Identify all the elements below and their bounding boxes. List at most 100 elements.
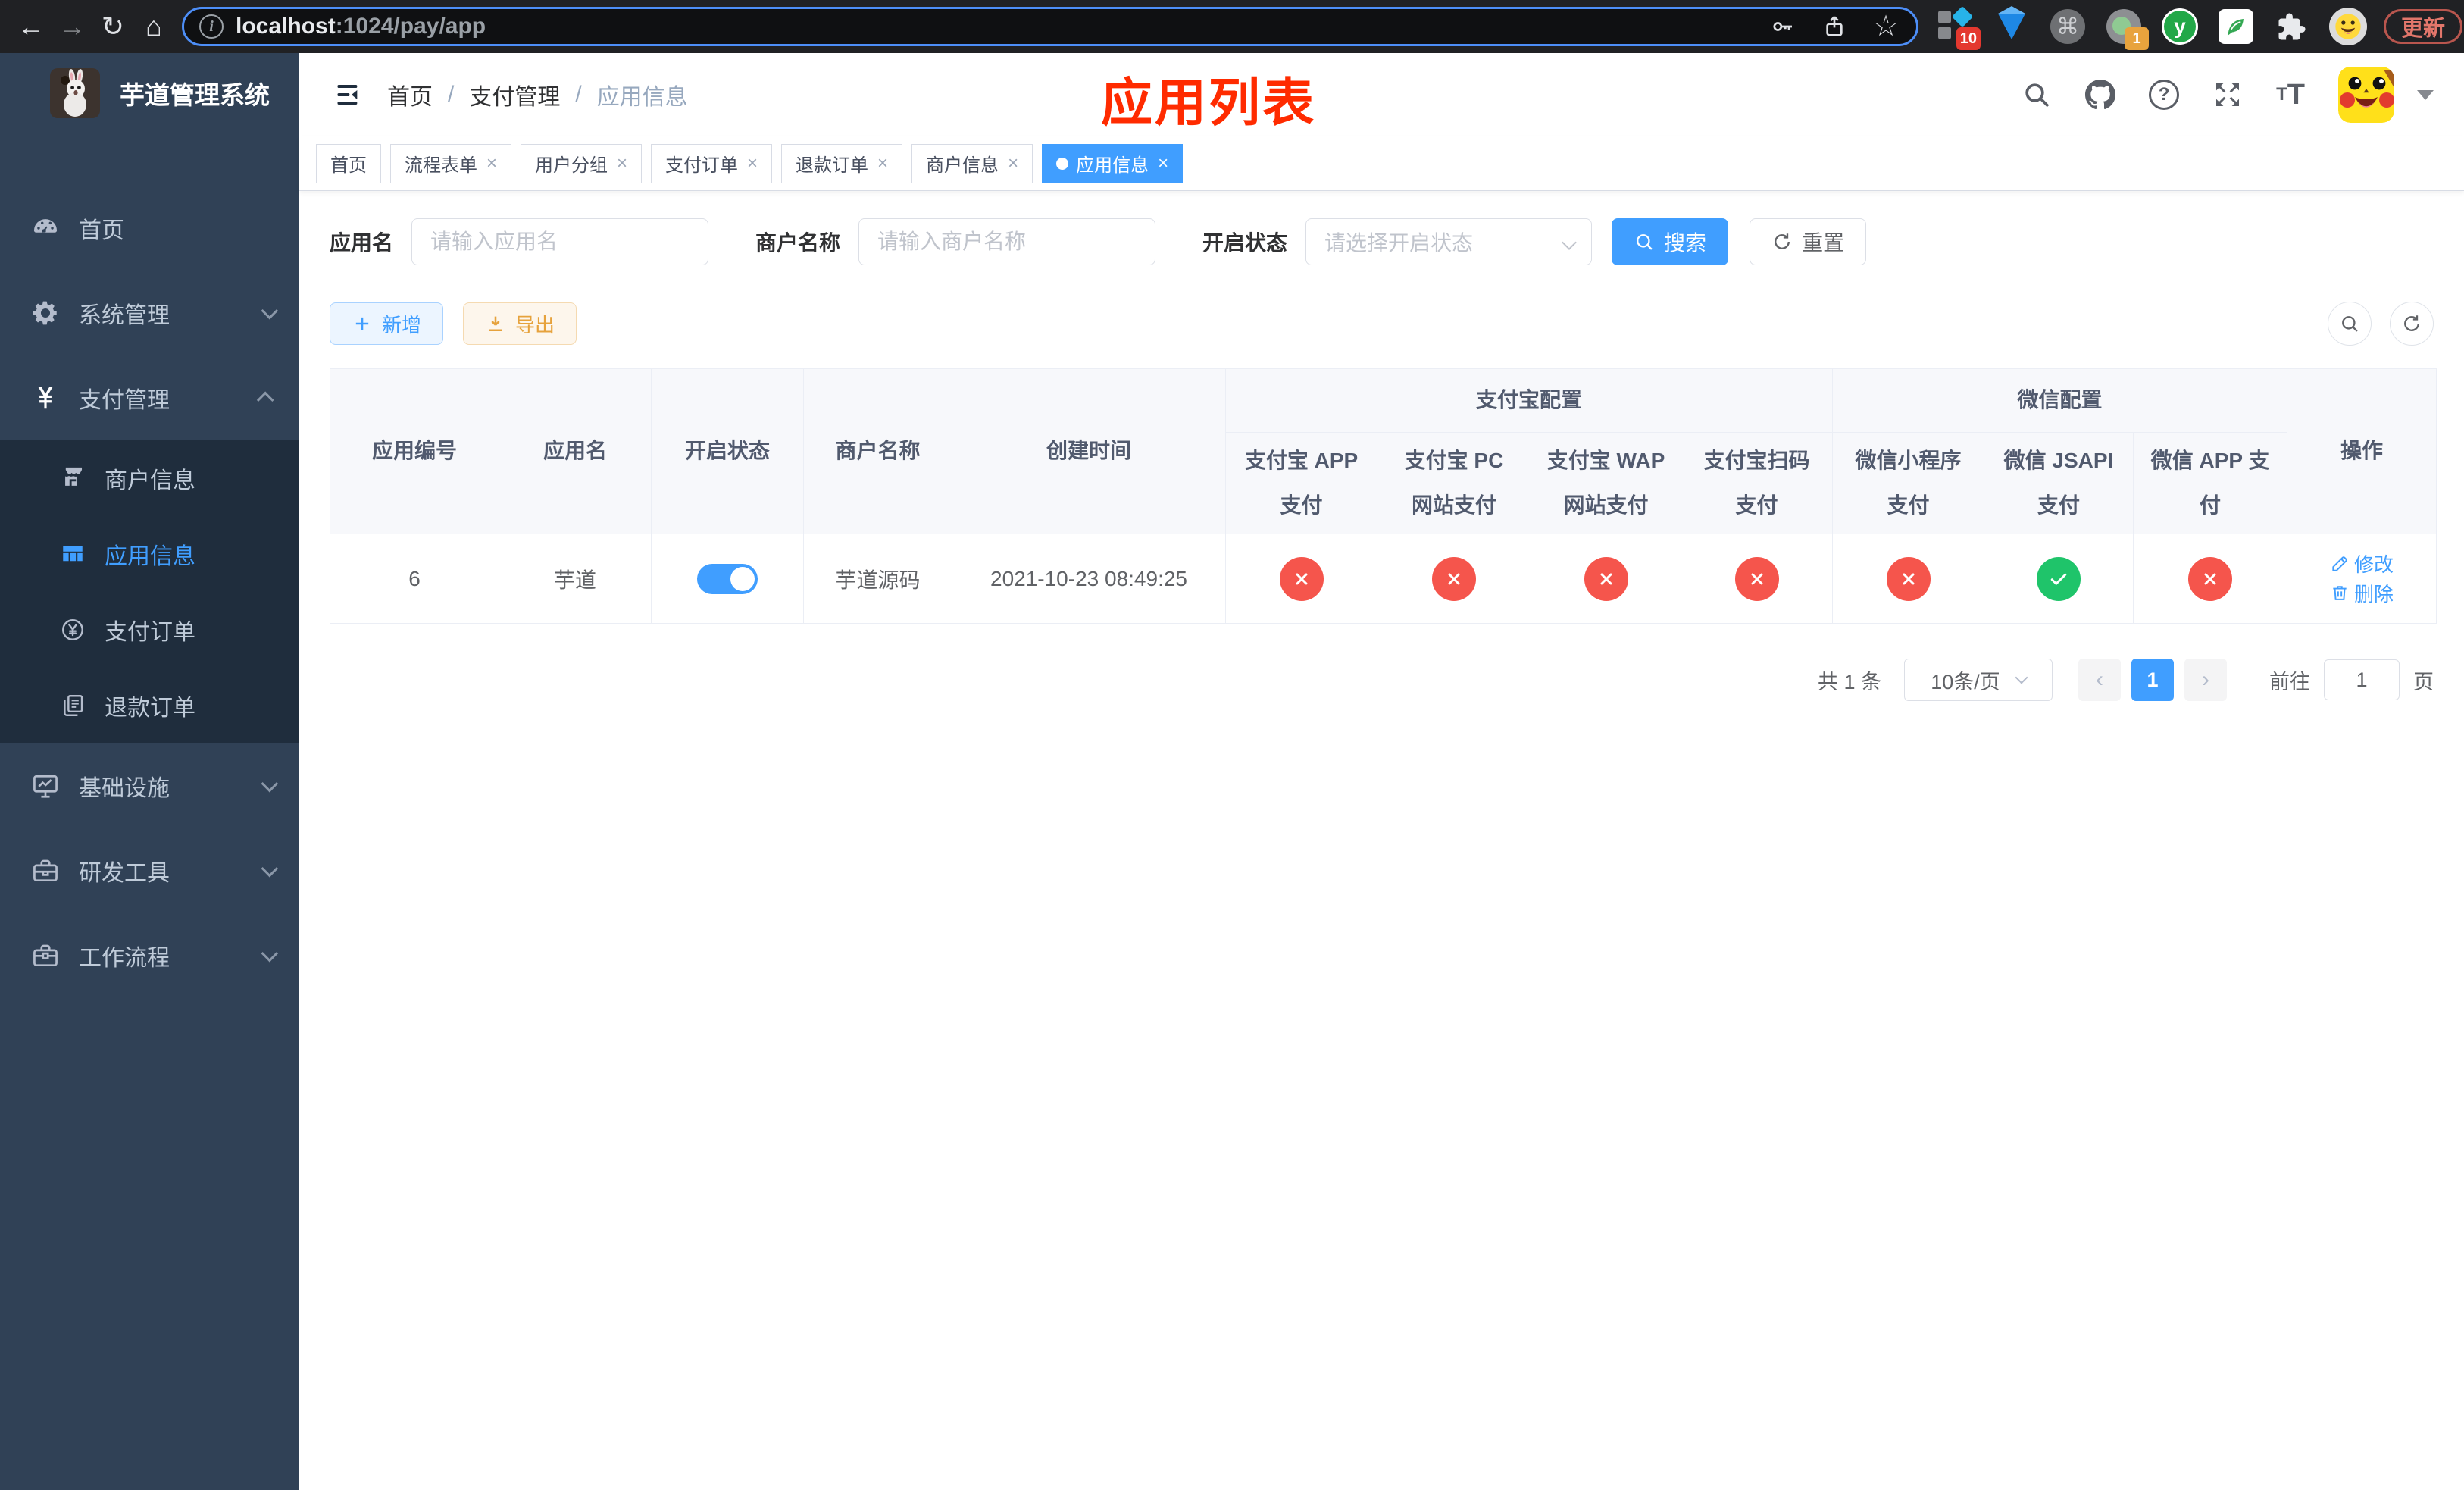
close-tab-icon[interactable]: × [617,154,627,173]
chevron-down-icon [261,859,279,878]
tab-label: 商户信息 [926,155,999,176]
sidebar-item-dev-tools[interactable]: 研发工具 [0,828,299,913]
sidebar-item-payment[interactable]: 支付管理 [0,355,299,440]
tab-应用信息[interactable]: 应用信息 × [1042,143,1184,183]
y-extension-icon[interactable]: y [2161,8,2199,45]
fullscreen-icon[interactable] [2212,80,2243,110]
reset-button[interactable]: 重置 [1750,218,1867,265]
gem-extension-icon[interactable] [1993,6,2031,45]
table-body: 6 芋道 芋道源码 2021-10-23 08:49:25 修改 删除 [330,534,2437,624]
toggle-search-button[interactable] [2328,302,2372,346]
extensions-area: 10 ⌘ 1 y [1937,5,2367,50]
add-button[interactable]: 新增 [330,302,444,345]
breadcrumb-item[interactable]: 支付管理 [469,78,560,111]
browser-update-button[interactable]: 更新 [2384,9,2463,44]
enable-switch[interactable] [697,563,758,594]
command-extension-icon[interactable]: ⌘ [2049,8,2087,45]
column-header: 支付宝扫码支付 [1680,432,1834,534]
extensions-puzzle-icon[interactable] [2273,8,2311,45]
status-disabled-icon [1886,556,1931,601]
sidebar-item-system[interactable]: 系统管理 [0,271,299,355]
sidebar-item-refund-order[interactable]: 退款订单 [0,668,299,743]
sidebar-item-home[interactable]: 首页 [0,186,299,271]
cell-app-name: 芋道 [499,534,652,624]
column-header: 微信 JSAPI 支付 [1984,432,2134,534]
chevron-down-icon [261,775,279,793]
next-page-button[interactable]: › [2184,659,2227,701]
close-tab-icon[interactable]: × [877,154,888,173]
tab-支付订单[interactable]: 支付订单 × [651,143,773,183]
edit-link[interactable]: 修改 [2330,549,2394,578]
sidebar-collapse-icon[interactable] [330,77,364,112]
sidebar-item-workflow[interactable]: 工作流程 [0,913,299,998]
toolbox-icon [29,854,62,887]
app-table: 应用编号 应用名 开启状态 商户名称 创建时间 支付宝配置 微信配置 操作 支付宝 APP 支付… [330,368,2437,624]
merchant-name-input[interactable] [858,218,1156,265]
filter-form: 应用名 商户名称 开启状态 请选择开启状态 搜索 重置 [330,218,2434,265]
refresh-table-button[interactable] [2390,302,2434,346]
status-disabled-icon [1584,556,1628,601]
breadcrumb-item[interactable]: 首页 [387,78,433,111]
bookmark-star-icon[interactable]: ☆ [1871,11,1901,42]
browser-reload-button[interactable]: ↻ [92,6,133,47]
help-icon[interactable]: ? [2149,80,2180,110]
avatar-caret-icon[interactable] [2417,89,2434,100]
status-disabled-icon [1279,556,1324,601]
cell-config-status [2133,534,2288,624]
cell-config-status [1377,534,1531,624]
close-tab-icon[interactable]: × [1008,154,1018,173]
browser-back-button[interactable]: ← [11,6,52,47]
search-button[interactable]: 搜索 [1612,218,1729,265]
app-name-label: 应用名 [330,231,394,255]
app-title: 芋道管理系统 [120,80,270,109]
tab-流程表单[interactable]: 流程表单 × [390,143,512,183]
emoji-extension-icon[interactable] [2329,8,2367,45]
tab-商户信息[interactable]: 商户信息 × [911,143,1033,183]
app-name-input[interactable] [411,218,709,265]
tab-label: 用户分组 [535,155,608,176]
column-header: 支付宝 WAP 网站支付 [1531,432,1681,534]
sidebar-item-merchant-info[interactable]: 商户信息 [0,440,299,516]
status-select[interactable]: 请选择开启状态 [1305,218,1593,265]
tab-首页[interactable]: 首页 [316,143,381,183]
proxy-extension-icon[interactable]: 1 [2105,8,2149,50]
tab-label: 支付订单 [665,155,739,176]
status-disabled-icon [1734,556,1779,601]
status-enabled-icon [2037,556,2081,601]
dashboard-icon [29,211,62,245]
column-header: 开启状态 [651,368,804,534]
font-size-icon[interactable]: TT [2276,79,2305,111]
password-key-icon[interactable] [1768,11,1798,42]
tab-label: 应用信息 [1076,155,1149,176]
export-button[interactable]: 导出 [463,302,577,345]
share-icon[interactable] [1819,11,1850,42]
page-number-button[interactable]: 1 [2131,659,2174,701]
close-tab-icon[interactable]: × [486,154,497,173]
sidebar-item-app-info[interactable]: 应用信息 [0,516,299,592]
browser-forward-button[interactable]: → [52,6,92,47]
sidebar-item-pay-order[interactable]: 支付订单 [0,592,299,668]
group-header-wechat: 微信配置 [1832,368,2288,433]
page-unit-label: 页 [2413,670,2434,693]
search-icon[interactable] [2022,80,2052,110]
address-bar[interactable]: i localhost :1024/pay/app ☆ [182,7,1918,46]
close-tab-icon[interactable]: × [747,154,758,173]
merchant-name-label: 商户名称 [755,231,841,255]
browser-home-button[interactable]: ⌂ [133,6,174,47]
notes-extension-icon[interactable] [2217,8,2255,45]
tab-用户分组[interactable]: 用户分组 × [521,143,643,183]
column-header: 支付宝 PC 网站支付 [1377,432,1531,534]
delete-link[interactable]: 删除 [2330,579,2394,607]
close-tab-icon[interactable]: × [1158,154,1168,173]
user-avatar[interactable] [2338,67,2394,123]
adblock-extension-icon[interactable]: 10 [1937,5,1981,50]
sidebar: 芋道管理系统 首页 系统管理 支付管理 商户信息 应用信息 支付订单 退款订单 基础设施 研发工… [0,53,299,1490]
github-icon[interactable] [2085,80,2116,110]
page-size-value: 10条/页 [1931,670,2000,693]
prev-page-button[interactable]: ‹ [2078,659,2121,701]
page-size-select[interactable]: 10条/页 [1904,659,2053,701]
tab-退款订单[interactable]: 退款订单 × [781,143,903,183]
goto-page-input[interactable] [2324,659,2400,700]
site-info-icon[interactable]: i [199,14,224,39]
sidebar-item-infrastructure[interactable]: 基础设施 [0,743,299,828]
